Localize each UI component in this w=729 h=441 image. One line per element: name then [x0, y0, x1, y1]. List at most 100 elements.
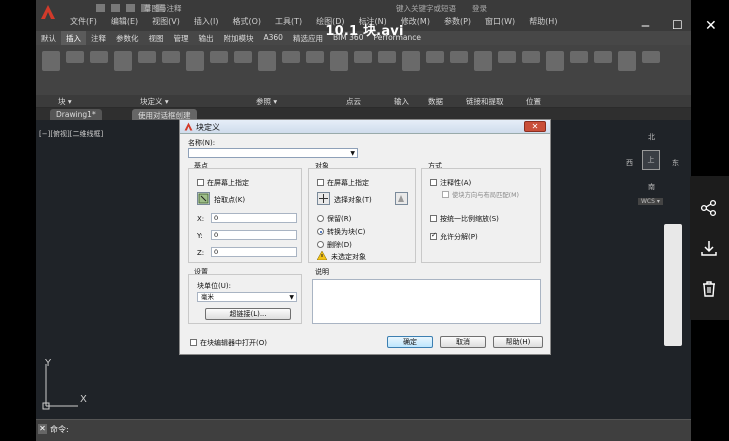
hyperlink-button[interactable]: 超链接(L)...: [205, 308, 291, 320]
ribbon-tool-icon[interactable]: [138, 51, 156, 63]
chevron-down-icon[interactable]: ▼: [350, 150, 355, 157]
wcs-menu[interactable]: WCS ▾: [638, 198, 663, 205]
match-orientation-checkbox[interactable]: [442, 191, 449, 198]
command-close-button[interactable]: ✕: [38, 424, 47, 434]
annotative-checkbox[interactable]: [430, 179, 437, 186]
objects-onscreen-checkbox[interactable]: [317, 179, 324, 186]
autocad-window: 草图与注释 键入关键字或短语 登录 文件(F) 编辑(E) 视图(V) 插入(I) 格式…: [36, 0, 691, 441]
side-action-panel: [690, 176, 729, 320]
base-onscreen-checkbox[interactable]: [197, 179, 204, 186]
quick-select-button[interactable]: [395, 192, 408, 205]
ribbon-tool-icon[interactable]: [474, 51, 492, 71]
allow-explode-label: 允许分解(P): [440, 233, 478, 241]
ribbon-tool-icon[interactable]: [618, 51, 636, 71]
viewcube-south[interactable]: 南: [648, 182, 655, 192]
download-icon[interactable]: [699, 238, 719, 258]
ribbon-panel-title[interactable]: 参照 ▾: [256, 96, 277, 107]
name-label: 名称(N):: [188, 139, 216, 147]
select-objects-button[interactable]: [317, 192, 330, 205]
viewcube-east[interactable]: 东: [672, 158, 679, 168]
ribbon-panel-title[interactable]: 数据: [428, 96, 443, 107]
ribbon-tool-icon[interactable]: [186, 51, 204, 71]
ribbon-tool-icon[interactable]: [90, 51, 108, 63]
ribbon-tool-icon[interactable]: [378, 51, 396, 63]
viewcube[interactable]: 北 西 上 东 南 WCS ▾: [620, 128, 682, 208]
ribbon-panel-title[interactable]: 块定义 ▾: [140, 96, 169, 107]
ribbon-tool-icon[interactable]: [450, 51, 468, 63]
x-label: X:: [197, 215, 205, 223]
close-button[interactable]: ✕: [705, 18, 717, 34]
allow-explode-checkbox[interactable]: [430, 231, 437, 240]
ribbon-tool-icon[interactable]: [66, 51, 84, 63]
description-textarea[interactable]: [312, 279, 541, 324]
convert-label: 转换为块(C): [327, 228, 366, 236]
base-y-input[interactable]: 0: [211, 230, 297, 240]
ribbon-panel-titles: 块 ▾ 块定义 ▾ 参照 ▾ 点云 输入 数据 链接和提取 位置: [36, 95, 691, 107]
ribbon-tool-icon[interactable]: [594, 51, 612, 63]
ribbon-tool-icon[interactable]: [426, 51, 444, 63]
convert-radio[interactable]: [317, 228, 324, 235]
ribbon-tool-icon[interactable]: [42, 51, 60, 71]
open-in-editor-checkbox[interactable]: [190, 339, 197, 346]
block-unit-label: 块单位(U):: [197, 282, 231, 290]
ribbon-tool-icon[interactable]: [546, 51, 564, 71]
viewport-label[interactable]: [−][俯视][二维线框]: [39, 129, 103, 139]
workspace-name[interactable]: 草图与注释: [144, 3, 182, 14]
ribbon-tool-icon[interactable]: [234, 51, 252, 63]
pick-point-icon: [198, 193, 209, 204]
top-right-tools: 键入关键字或短语 登录: [396, 3, 487, 14]
y-label: Y:: [197, 232, 203, 240]
share-icon[interactable]: [699, 198, 719, 218]
ribbon-tool-icon[interactable]: [210, 51, 228, 63]
ribbon-panel-title[interactable]: 点云: [346, 96, 361, 107]
ribbon-panel-title[interactable]: 位置: [526, 96, 541, 107]
block-name-combobox[interactable]: ▼: [188, 148, 358, 158]
cancel-button[interactable]: 取消: [440, 336, 486, 348]
base-point-group: 在屏幕上指定 拾取点(K) X: 0 Y: 0 Z: 0: [188, 168, 302, 263]
pick-point-label[interactable]: 拾取点(K): [214, 195, 245, 205]
viewcube-west[interactable]: 西: [626, 158, 633, 168]
open-in-editor-label: 在块编辑器中打开(O): [200, 339, 267, 347]
quick-select-icon: [398, 195, 404, 202]
base-z-input[interactable]: 0: [211, 247, 297, 257]
minimize-button[interactable]: ‒: [641, 18, 650, 34]
delete-icon[interactable]: [699, 279, 719, 299]
dialog-close-button[interactable]: ✕: [524, 121, 546, 132]
ribbon-tool-icon[interactable]: [114, 51, 132, 71]
command-line[interactable]: ✕ 命令:: [36, 419, 691, 441]
select-objects-label[interactable]: 选择对象(T): [334, 195, 372, 205]
ribbon-tool-icon[interactable]: [282, 51, 300, 63]
ribbon-tool-icon[interactable]: [354, 51, 372, 63]
delete-radio[interactable]: [317, 241, 324, 248]
ribbon-tool-icon[interactable]: [258, 51, 276, 71]
ribbon-tool-icon[interactable]: [522, 51, 540, 63]
doc-tab-drawing1[interactable]: Drawing1*: [50, 109, 102, 120]
retain-radio[interactable]: [317, 215, 324, 222]
block-unit-select[interactable]: 毫米 ▼: [197, 292, 297, 302]
ribbon-tool-icon[interactable]: [162, 51, 180, 63]
objects-group: 在屏幕上指定 选择对象(T) 保留(R) 转换为块(C) 删除(D) 未选定对象: [308, 168, 416, 263]
video-title: 10.1 块.avi: [325, 24, 404, 39]
ribbon-tool-icon[interactable]: [570, 51, 588, 63]
uniform-scale-checkbox[interactable]: [430, 215, 437, 222]
navigation-bar[interactable]: [664, 224, 682, 346]
ribbon-tool-icon[interactable]: [306, 51, 324, 63]
ribbon-tool-icon[interactable]: [642, 51, 660, 63]
help-button[interactable]: 帮助(H): [493, 336, 543, 348]
search-field[interactable]: 键入关键字或短语: [396, 3, 456, 14]
ribbon-tool-icon[interactable]: [498, 51, 516, 63]
ribbon-tool-icon[interactable]: [330, 51, 348, 71]
ribbon-panel-title[interactable]: 输入: [394, 96, 409, 107]
pick-point-button[interactable]: [197, 192, 210, 205]
ribbon-panel-title[interactable]: 块 ▾: [58, 96, 72, 107]
ok-button[interactable]: 确定: [387, 336, 433, 348]
ribbon-panel-title[interactable]: 链接和提取: [466, 96, 504, 107]
dialog-title-bar[interactable]: 块定义 ✕: [180, 120, 550, 134]
chevron-down-icon[interactable]: ▼: [289, 294, 294, 302]
maximize-button[interactable]: ☐: [672, 18, 683, 32]
viewcube-north[interactable]: 北: [648, 132, 655, 142]
signin-link[interactable]: 登录: [472, 3, 487, 14]
viewcube-face[interactable]: 上: [642, 150, 660, 170]
base-x-input[interactable]: 0: [211, 213, 297, 223]
ribbon-tool-icon[interactable]: [402, 51, 420, 71]
